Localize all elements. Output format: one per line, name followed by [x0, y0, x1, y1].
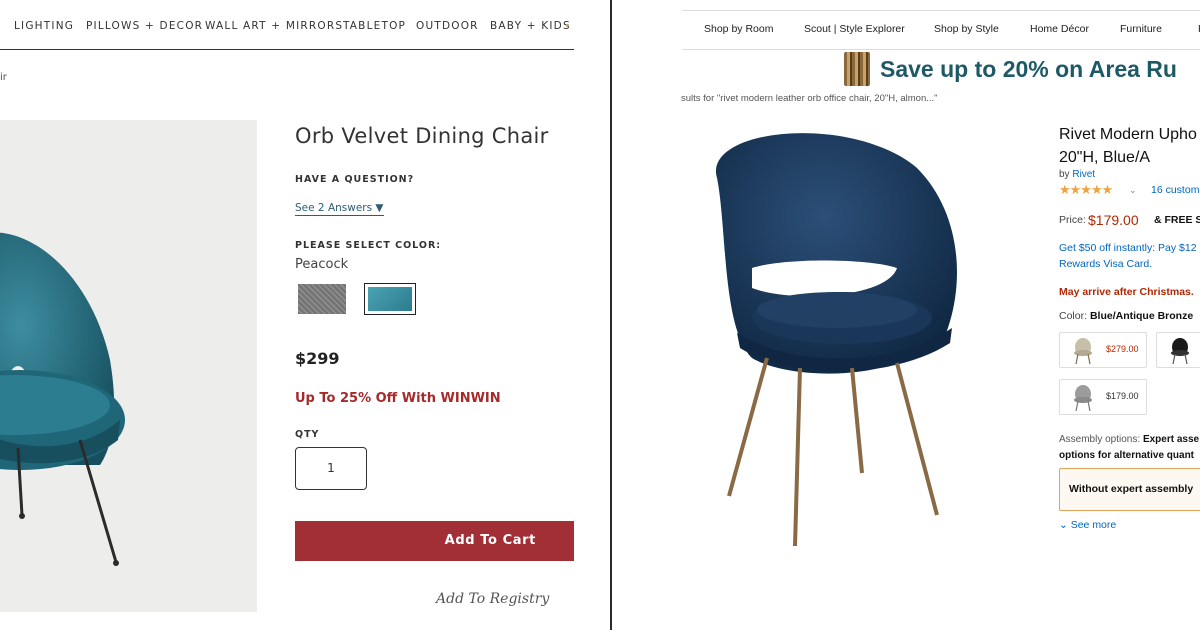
- product-title[interactable]: Rivet Modern Upho Chair, 20"H, Blue/A: [1059, 123, 1200, 169]
- product-price: $179.00: [1088, 212, 1139, 228]
- gray-chair-icon: [1074, 385, 1092, 412]
- nav-outdoor[interactable]: OUTDOOR: [416, 20, 479, 32]
- amazon-product-page: Shop by Room Scout | Style Explorer Shop…: [612, 0, 1200, 630]
- star-rating[interactable]: ★★★★★: [1059, 183, 1113, 198]
- nav-home-decor[interactable]: Home Décor: [1030, 23, 1089, 35]
- rug-icon: [844, 52, 870, 86]
- product-price: $299: [295, 349, 340, 368]
- product-image[interactable]: [0, 120, 257, 612]
- nav-shop-by-style[interactable]: Shop by Style: [934, 23, 999, 35]
- color-swatch-gray[interactable]: [298, 284, 346, 314]
- see-answers-link[interactable]: See 2 Answers ▼: [295, 202, 384, 216]
- qty-label: QTY: [295, 429, 320, 440]
- beige-chair-icon: [1074, 338, 1092, 365]
- by-prefix: by: [1059, 169, 1070, 180]
- color-swatch-peacock[interactable]: [364, 283, 416, 315]
- nav-decorative-dot: [566, 24, 569, 27]
- variant-price: $179.00: [1106, 391, 1139, 401]
- product-title: Orb Velvet Dining Chair: [295, 124, 549, 148]
- brand-link[interactable]: Rivet: [1072, 169, 1095, 180]
- brand-line: by Rivet: [1059, 169, 1095, 180]
- breadcrumb[interactable]: ir: [0, 72, 7, 83]
- nav-shop-by-room[interactable]: Shop by Room: [704, 23, 773, 35]
- variant-gray[interactable]: $179.00: [1059, 379, 1147, 415]
- banner-text: Save up to 20% on Area Ru: [880, 56, 1177, 82]
- price-label: Price:: [1059, 214, 1086, 226]
- add-to-cart-button[interactable]: Add To Cart: [295, 521, 574, 561]
- color-label: PLEASE SELECT COLOR:: [295, 240, 442, 251]
- variant-black[interactable]: [1156, 332, 1200, 368]
- offer-line-2: Rewards Visa Card.: [1059, 258, 1153, 270]
- product-image[interactable]: [682, 118, 982, 558]
- nav-furniture[interactable]: Furniture: [1120, 23, 1162, 35]
- nav-lighting[interactable]: LIGHTING: [14, 20, 74, 32]
- top-category-nav: LIGHTING PILLOWS + DECOR WALL ART + MIRR…: [0, 16, 574, 50]
- shipping-label: & FREE Ship: [1154, 214, 1200, 226]
- promo-text: Up To 25% Off With WINWIN: [295, 391, 501, 406]
- variant-price: $279.00: [1106, 344, 1139, 354]
- free-shipping-text: & FREE Ship: [1154, 214, 1200, 226]
- west-elm-product-page: LIGHTING PILLOWS + DECOR WALL ART + MIRR…: [0, 0, 610, 630]
- review-count-link[interactable]: 16 custom: [1151, 184, 1199, 196]
- arrival-notice: May arrive after Christmas.: [1059, 286, 1194, 298]
- quantity-input[interactable]: 1: [295, 447, 367, 490]
- teal-velvet-chair-image: [0, 232, 125, 566]
- assembly-line-2: options for alternative quant: [1059, 450, 1195, 461]
- nav-pillows-decor[interactable]: PILLOWS + DECOR: [86, 20, 203, 32]
- color-label: Color:: [1059, 310, 1088, 322]
- variant-beige[interactable]: $279.00: [1059, 332, 1147, 368]
- card-offer[interactable]: Get $50 off instantly: Pay $12 Rewards V…: [1059, 240, 1197, 272]
- without-expert-assembly-option[interactable]: Without expert assembly: [1059, 468, 1200, 511]
- offer-line-1: Get $50 off instantly: Pay $12: [1059, 242, 1197, 254]
- nav-wall-art-mirrors[interactable]: WALL ART + MIRRORS: [205, 20, 343, 32]
- question-label: HAVE A QUESTION?: [295, 174, 415, 185]
- color-line: Color: Blue/Antique Bronze: [1059, 310, 1193, 322]
- nav-baby-kids[interactable]: BABY + KIDS: [490, 20, 571, 32]
- chevron-down-icon[interactable]: ⌄: [1129, 186, 1137, 196]
- assembly-options: Assembly options: Expert asse options fo…: [1059, 432, 1199, 464]
- nav-scout-style-explorer[interactable]: Scout | Style Explorer: [804, 23, 905, 35]
- nav-tabletop[interactable]: TABLETOP: [343, 20, 406, 32]
- selected-color-value: Peacock: [295, 257, 349, 272]
- assembly-label: Assembly options:: [1059, 434, 1141, 445]
- black-chair-icon: [1171, 338, 1189, 365]
- add-to-registry-link[interactable]: Add To Registry: [436, 591, 549, 607]
- assembly-expert: Expert asse: [1142, 434, 1200, 445]
- color-value: Blue/Antique Bronze: [1089, 310, 1194, 322]
- navy-velvet-chair-image: [715, 133, 957, 547]
- search-results-breadcrumb[interactable]: sults for "rivet modern leather orb offi…: [681, 93, 938, 104]
- category-nav: Shop by Room Scout | Style Explorer Shop…: [682, 10, 1200, 50]
- see-more-link[interactable]: ⌄ See more: [1059, 519, 1116, 531]
